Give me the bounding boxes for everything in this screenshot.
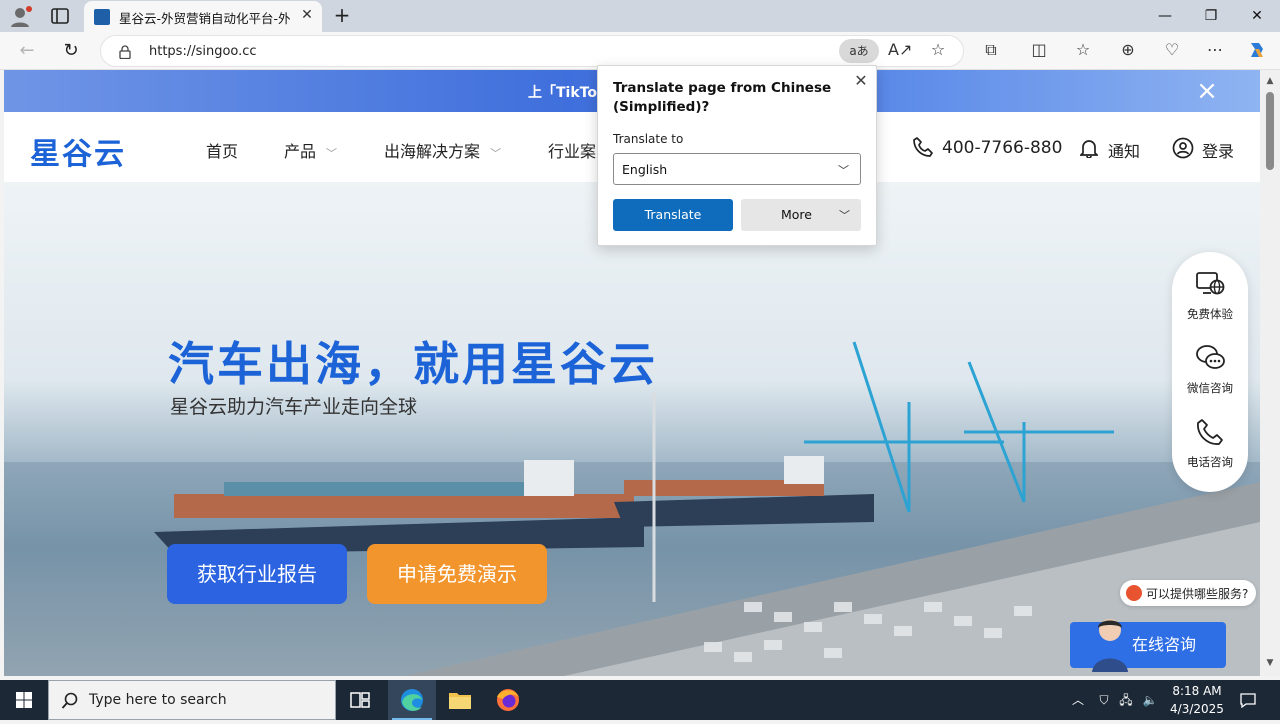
nav-item-solutions[interactable]: 出海解决方案 ﹀ <box>384 138 501 162</box>
nav-item-cases[interactable]: 行业案 <box>548 138 596 162</box>
side-item-phone[interactable]: 电话咨询 <box>1172 408 1248 478</box>
scroll-thumb[interactable] <box>1266 92 1274 170</box>
chevron-down-icon: ﹀ <box>326 147 338 160</box>
more-options-button[interactable]: More ﹀ <box>741 199 861 231</box>
more-label: More <box>781 207 812 222</box>
translate-popup: Translate page from Chinese (Simplified)… <box>597 65 877 246</box>
user-icon[interactable] <box>1172 137 1194 159</box>
favorites-icon[interactable]: ☆ <box>1073 40 1093 60</box>
more-menu-icon[interactable]: ⋯ <box>1205 40 1225 60</box>
split-screen-icon[interactable]: ◫ <box>1029 40 1049 60</box>
chat-icon <box>1126 585 1142 601</box>
notice-link[interactable]: 通知 <box>1108 138 1140 162</box>
side-item-label: 微信咨询 <box>1187 381 1233 395</box>
promo-text[interactable]: 上「TikTok <box>528 82 606 102</box>
copilot-icon[interactable] <box>1247 40 1267 60</box>
edge-taskbar-icon[interactable] <box>388 680 436 720</box>
side-item-label: 电话咨询 <box>1187 455 1233 469</box>
browser-essentials-icon[interactable]: ♡ <box>1162 40 1182 60</box>
chat-bubbles-icon <box>1196 345 1225 369</box>
tray-security-icon[interactable]: ⛉ <box>1096 692 1112 708</box>
nav-item-products[interactable]: 产品 ﹀ <box>284 138 337 162</box>
restore-button[interactable]: ❐ <box>1188 0 1234 32</box>
page-scrollbar[interactable]: ▲ ▼ <box>1260 70 1280 676</box>
clock-time[interactable]: 8:18 AM <box>1172 684 1222 698</box>
task-view-icon[interactable] <box>336 680 384 720</box>
notification-icon[interactable] <box>1240 692 1256 709</box>
hero-title: 汽车出海，就用星谷云 <box>168 337 658 391</box>
new-tab-button[interactable]: + <box>330 4 354 28</box>
free-demo-button[interactable]: 申请免费演示 <box>367 544 547 604</box>
network-icon[interactable]: 🖧 <box>1118 692 1134 708</box>
nav-item-label: 行业案 <box>548 142 597 161</box>
search-icon <box>61 692 79 710</box>
window-close-button[interactable]: ✕ <box>1234 0 1280 32</box>
hero-section: 汽车出海，就用星谷云 星谷云助力汽车产业走向全球 获取行业报告 申请免费演示 免… <box>4 182 1260 676</box>
translate-to-label: Translate to <box>613 132 684 146</box>
browser-tab[interactable]: 星谷云-外贸营销自动化平台-外贸 ✕ <box>84 1 322 32</box>
chevron-down-icon: ﹀ <box>838 164 849 177</box>
agent-avatar[interactable] <box>1086 612 1134 672</box>
translate-icon[interactable]: aあ <box>839 39 879 63</box>
side-item-free-trial[interactable]: 免费体验 <box>1172 260 1248 330</box>
side-item-label: 免费体验 <box>1187 307 1233 321</box>
nav-item-label: 首页 <box>206 142 239 161</box>
phone-icon <box>912 136 934 158</box>
search-placeholder: Type here to search <box>89 692 227 708</box>
phone-number[interactable]: 400-7766-880 <box>942 138 1062 158</box>
side-item-wechat[interactable]: 微信咨询 <box>1172 334 1248 404</box>
tray-chevron-up-icon[interactable]: ︿ <box>1070 692 1086 708</box>
login-link[interactable]: 登录 <box>1202 138 1234 162</box>
minimize-button[interactable]: — <box>1142 0 1188 32</box>
chat-tooltip[interactable]: 可以提供哪些服务? <box>1120 580 1256 606</box>
back-button[interactable]: ← <box>14 38 40 64</box>
close-tab-icon[interactable]: ✕ <box>298 6 316 24</box>
refresh-button[interactable]: ↻ <box>58 38 84 64</box>
read-aloud-icon[interactable]: A↗ <box>888 40 912 60</box>
chat-tooltip-text: 可以提供哪些服务? <box>1146 587 1249 601</box>
nav-item-label: 出海解决方案 <box>384 142 481 161</box>
volume-icon[interactable]: 🔈 <box>1142 692 1158 708</box>
extensions-icon[interactable]: ⧉ <box>981 40 1001 60</box>
taskbar-search[interactable]: Type here to search <box>48 680 336 720</box>
translate-button[interactable]: Translate <box>613 199 733 231</box>
nav-item-home[interactable]: 首页 <box>206 138 238 162</box>
firefox-icon[interactable] <box>484 680 532 720</box>
browser-tab-bar: 星谷云-外贸营销自动化平台-外贸 ✕ + — ❐ ✕ <box>0 0 1280 32</box>
scroll-down-icon[interactable]: ▼ <box>1264 658 1276 670</box>
translate-popup-title: Translate page from Chinese (Simplified)… <box>613 80 832 115</box>
windows-start-button[interactable] <box>0 680 48 720</box>
phone-icon <box>1197 419 1223 445</box>
favorite-star-icon[interactable]: ☆ <box>928 40 948 60</box>
chevron-down-icon: ﹀ <box>490 147 502 160</box>
hero-subtitle: 星谷云助力汽车产业走向全球 <box>170 396 418 418</box>
nav-item-label: 产品 <box>284 142 317 161</box>
chevron-down-icon: ﹀ <box>839 209 850 222</box>
site-logo[interactable]: 星谷云 <box>30 129 126 173</box>
tab-actions-icon[interactable] <box>48 6 72 26</box>
bell-icon[interactable] <box>1078 138 1100 159</box>
collections-icon[interactable]: ⊕ <box>1118 40 1138 60</box>
file-explorer-icon[interactable] <box>436 680 484 720</box>
site-favicon-icon <box>94 9 110 25</box>
close-icon[interactable]: ✕ <box>852 72 870 90</box>
get-report-button[interactable]: 获取行业报告 <box>167 544 347 604</box>
tab-title: 星谷云-外贸营销自动化平台-外贸 <box>119 11 291 26</box>
address-bar[interactable]: https://singoo.cc aあ <box>100 35 964 67</box>
profile-icon[interactable] <box>8 4 34 28</box>
side-contact-panel: 免费体验 微信咨询 电话咨询 <box>1172 252 1248 492</box>
clock-date[interactable]: 4/3/2025 <box>1166 702 1228 716</box>
lock-icon[interactable] <box>119 44 131 60</box>
target-language-select[interactable]: English ﹀ <box>613 153 861 185</box>
monitor-globe-icon <box>1196 272 1225 295</box>
scroll-up-icon[interactable]: ▲ <box>1264 76 1276 88</box>
promo-close-icon[interactable]: × <box>1194 78 1220 104</box>
taskbar: Type here to search ︿ ⛉ 🖧 🔈 8:18 AM 4/3/… <box>0 680 1280 720</box>
selected-language: English <box>622 162 668 177</box>
url-text[interactable]: https://singoo.cc <box>149 44 257 59</box>
